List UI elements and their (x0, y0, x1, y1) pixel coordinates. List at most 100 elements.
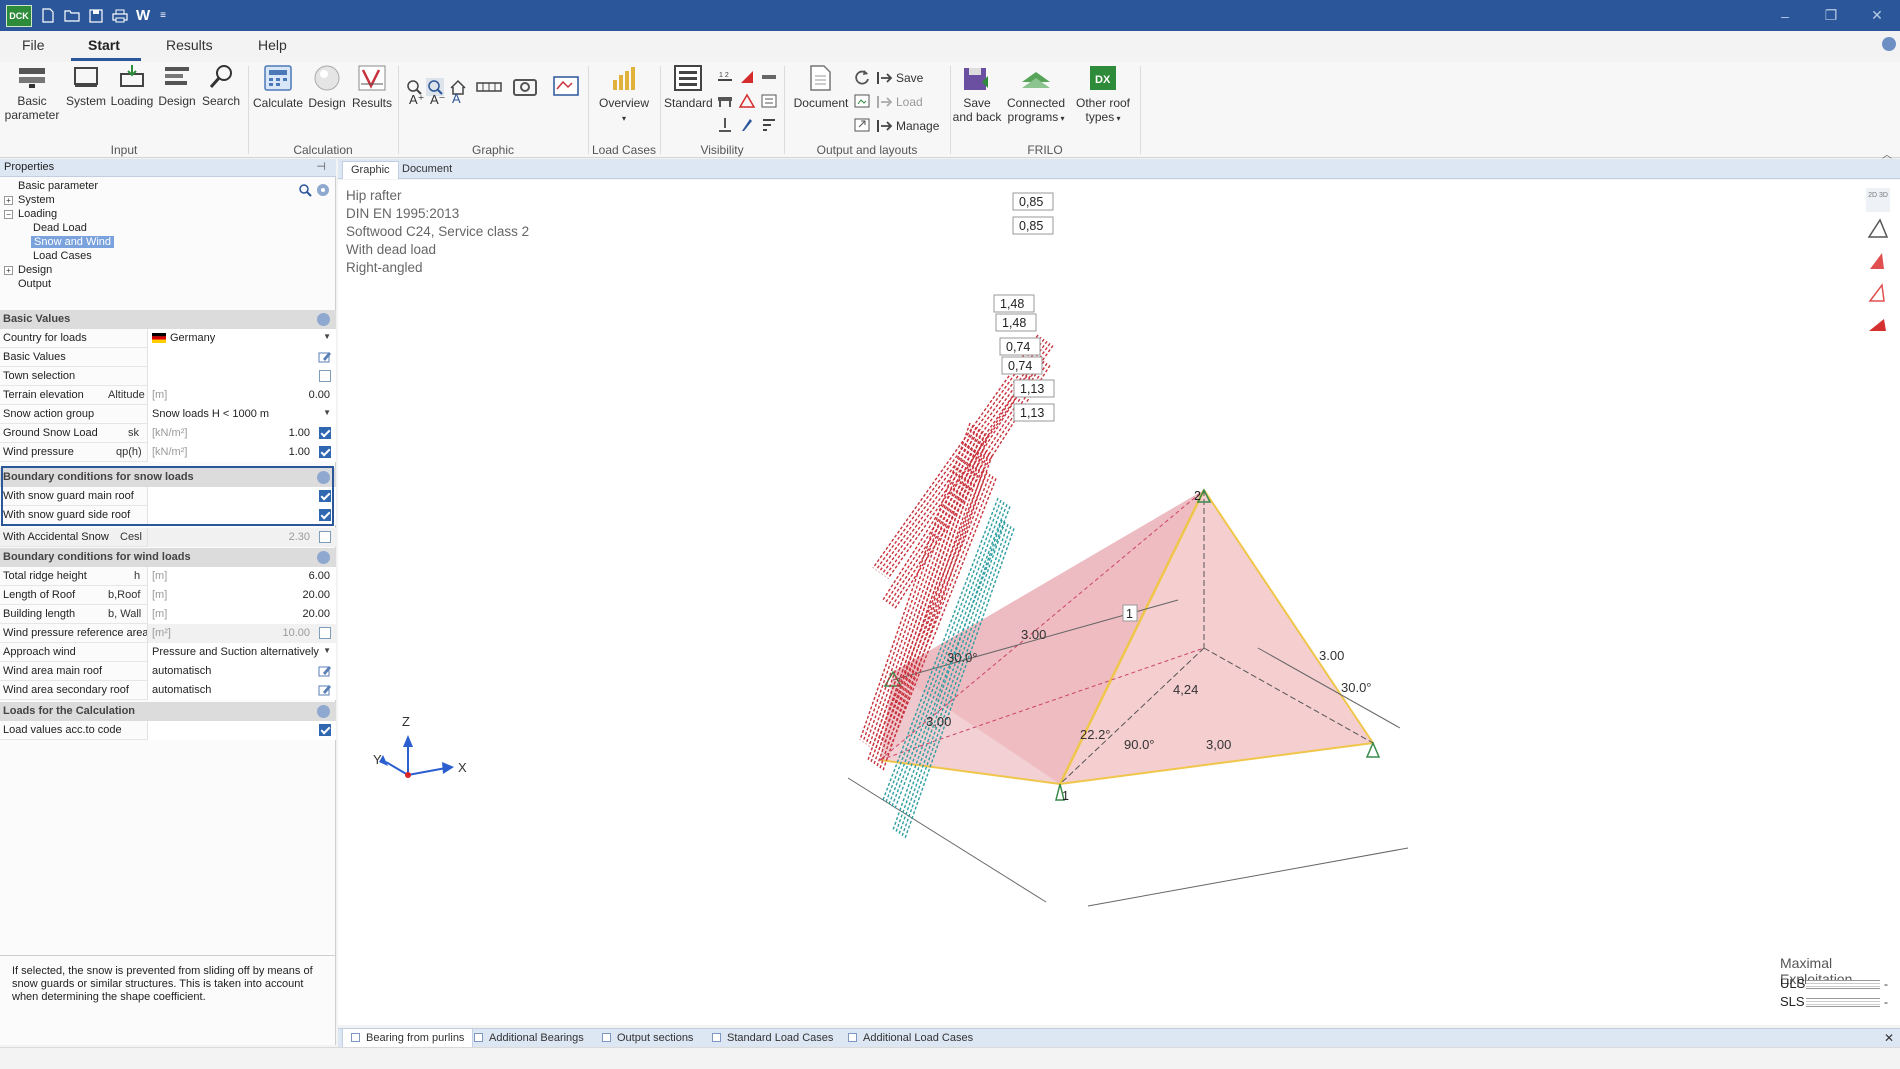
section-collapse-icon[interactable] (317, 705, 330, 718)
document-button[interactable]: Document (790, 64, 852, 110)
export-layout-icon[interactable] (853, 116, 871, 134)
load-values-code-checkbox[interactable] (319, 724, 331, 736)
value-display-icon[interactable] (760, 92, 778, 110)
accidental-snow-checkbox[interactable] (319, 531, 331, 543)
dimension-icon[interactable] (476, 78, 502, 96)
layout-icon[interactable] (853, 92, 871, 110)
refresh-icon[interactable] (853, 68, 871, 86)
wind-area-main-field[interactable]: automatisch (147, 662, 336, 681)
wind-area-secondary-field[interactable]: automatisch (147, 681, 336, 700)
manage-layout-icon[interactable] (876, 117, 894, 135)
tree-settings-icon[interactable] (316, 183, 330, 197)
restore-button[interactable]: ❐ (1808, 0, 1854, 31)
new-file-icon[interactable] (40, 8, 56, 24)
snow-guard-side-checkbox[interactable] (319, 509, 331, 521)
other-roof-types-button[interactable]: DX Other roof types ▾ (1070, 64, 1136, 126)
info-icon[interactable] (1882, 37, 1896, 51)
tree-basic-parameter[interactable]: Basic parameter (18, 180, 98, 192)
print-icon[interactable] (112, 8, 128, 24)
view-front-icon[interactable] (1866, 249, 1890, 273)
tab-graphic[interactable]: Graphic (342, 161, 399, 179)
sort-display-icon[interactable] (760, 116, 778, 134)
design-calc-button[interactable]: Design (306, 64, 348, 110)
save-disk-icon[interactable] (88, 8, 104, 24)
system-button[interactable]: System (64, 64, 108, 108)
wind-pressure-input[interactable]: [kN/m²] 1.00 (147, 443, 336, 462)
edit-icon[interactable] (318, 684, 331, 696)
tree-output[interactable]: Output (18, 278, 51, 290)
save-layout-label[interactable]: Save (896, 71, 923, 85)
ground-snow-checkbox[interactable] (319, 427, 331, 439)
calculate-button[interactable]: Calculate (252, 64, 304, 110)
support-display-icon[interactable] (716, 92, 734, 110)
tree-system[interactable]: System (18, 194, 55, 206)
view-perspective-icon[interactable] (1866, 217, 1890, 241)
tree-snow-and-wind[interactable]: Snow and Wind (31, 236, 115, 248)
results-button[interactable]: Results (350, 64, 394, 110)
snow-guard-main-checkbox[interactable] (319, 490, 331, 502)
load-display-icon[interactable] (738, 68, 756, 86)
terrain-input[interactable]: [m] 0.00 (147, 386, 336, 405)
building-length-input[interactable]: [m] 20.00 (147, 605, 336, 624)
tree-load-cases[interactable]: Load Cases (33, 250, 92, 262)
section-collapse-icon[interactable] (317, 313, 330, 326)
menu-file[interactable]: File (22, 37, 45, 53)
tree-loading[interactable]: Loading (18, 208, 57, 220)
tree-search-icon[interactable] (298, 183, 312, 197)
roof-display-icon[interactable] (738, 92, 756, 110)
tab-standard-load-cases[interactable]: Standard Load Cases (712, 1032, 833, 1044)
section-calc-loads[interactable]: Loads for the Calculation (0, 702, 336, 721)
section-wind-boundary[interactable]: Boundary conditions for wind loads (0, 548, 336, 567)
wind-pressure-checkbox[interactable] (319, 446, 331, 458)
loading-button[interactable]: Loading (110, 64, 154, 108)
beam-display-icon[interactable] (760, 68, 778, 86)
town-selection-checkbox[interactable] (319, 370, 331, 382)
tab-additional-bearings[interactable]: Additional Bearings (474, 1032, 584, 1044)
color-display-icon[interactable] (738, 116, 756, 134)
chevron-down-icon[interactable]: ▼ (323, 332, 331, 341)
view-2d3d-toggle[interactable]: 2D 3D (1866, 188, 1890, 212)
basic-parameter-button[interactable]: Basic parameter (4, 64, 60, 122)
menu-help[interactable]: Help (258, 37, 287, 53)
wind-ref-area-checkbox[interactable] (319, 627, 331, 639)
font-smaller-icon[interactable]: A⁻ (430, 92, 446, 108)
tree-expand-system[interactable]: + (4, 196, 13, 205)
pin-icon[interactable]: ⊣ (316, 160, 326, 173)
section-collapse-icon[interactable] (317, 551, 330, 564)
tree-expand-design[interactable]: + (4, 266, 13, 275)
graphic-view[interactable]: Hip rafter DIN EN 1995:2013 Softwood C24… (338, 180, 1900, 1025)
graphic-settings-icon[interactable] (552, 74, 580, 98)
roof-length-input[interactable]: [m] 20.00 (147, 586, 336, 605)
word-export-icon[interactable]: W (136, 7, 150, 24)
section-snow-boundary[interactable]: Boundary conditions for snow loads (0, 468, 336, 487)
close-panel-icon[interactable]: ✕ (1884, 1031, 1894, 1045)
view-top-icon[interactable] (1866, 313, 1890, 337)
country-select[interactable]: Germany ▼ (147, 329, 336, 348)
open-folder-icon[interactable] (64, 8, 80, 24)
tab-additional-load-cases[interactable]: Additional Load Cases (848, 1032, 973, 1044)
font-larger-icon[interactable]: A⁺ (409, 92, 425, 108)
overview-button[interactable]: Overview ▾ (594, 64, 654, 126)
chevron-down-icon[interactable]: ▼ (323, 646, 331, 655)
menu-results[interactable]: Results (166, 37, 213, 53)
section-basic-values[interactable]: Basic Values (0, 310, 336, 329)
text-color-icon[interactable]: A (452, 91, 461, 106)
chevron-down-icon[interactable]: ▼ (323, 408, 331, 417)
connected-programs-button[interactable]: Connected programs ▾ (1004, 64, 1068, 126)
camera-icon[interactable] (512, 74, 538, 98)
app-logo[interactable]: DCK (6, 4, 32, 27)
edit-icon[interactable] (318, 665, 331, 677)
design-input-button[interactable]: Design (156, 64, 198, 108)
standard-view-button[interactable]: Standard (664, 64, 713, 110)
section-collapse-icon[interactable] (317, 471, 330, 484)
ridge-height-input[interactable]: [m] 6.00 (147, 567, 336, 586)
manage-layout-label[interactable]: Manage (896, 119, 939, 133)
edit-icon[interactable] (318, 351, 331, 363)
numbering-icon[interactable]: 1 2 (716, 68, 734, 86)
tab-bearing-from-purlins[interactable]: Bearing from purlins (342, 1029, 474, 1048)
minimize-button[interactable]: – (1762, 0, 1808, 31)
tab-output-sections[interactable]: Output sections (602, 1032, 693, 1044)
approach-wind-select[interactable]: Pressure and Suction alternatively ▼ (147, 643, 336, 662)
tree-dead-load[interactable]: Dead Load (33, 222, 87, 234)
tab-document[interactable]: Document (394, 161, 460, 179)
